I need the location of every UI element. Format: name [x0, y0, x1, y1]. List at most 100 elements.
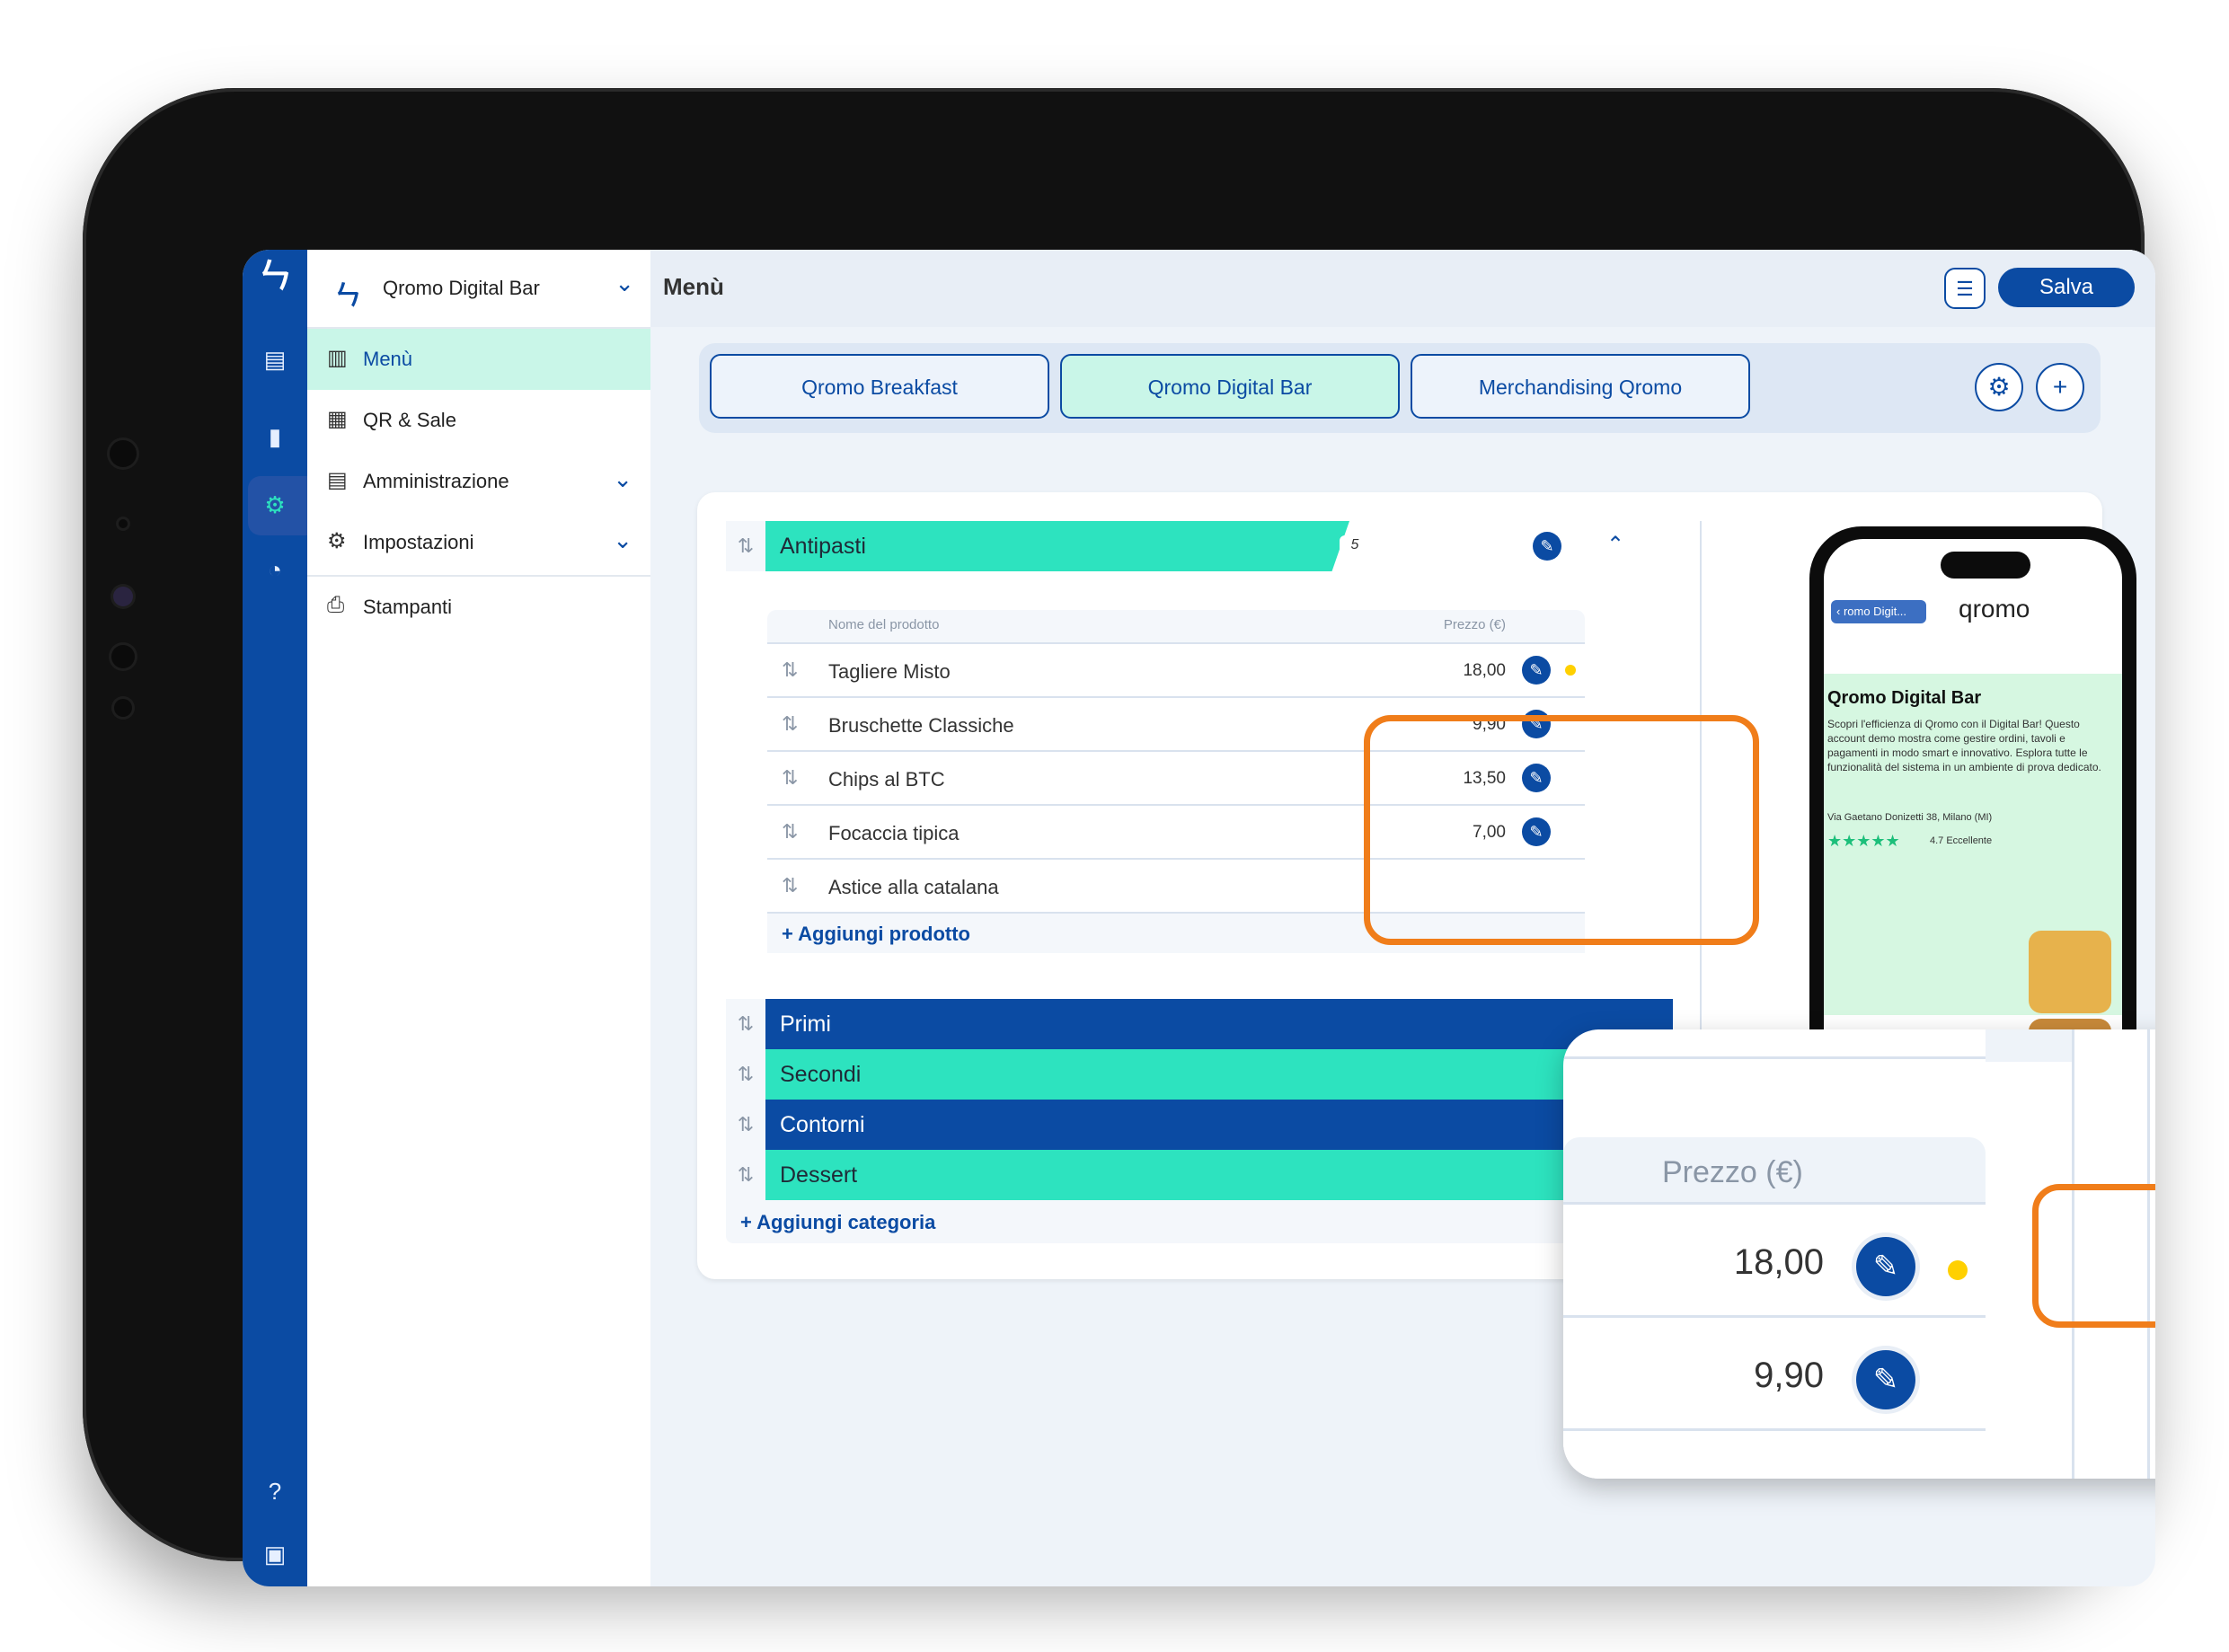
zoom-column-header: Prezzo (€) — [1563, 1137, 1986, 1202]
sidebar-item-label: Menù — [363, 348, 413, 370]
bar-chart-icon[interactable]: ▮ — [259, 420, 291, 453]
category-name: Dessert — [780, 1162, 858, 1188]
highlight-box — [2032, 1184, 2155, 1328]
category-row[interactable]: ⇅ Contorni — [726, 1100, 1673, 1150]
qr-code-icon: ▦ — [327, 407, 348, 431]
drag-handle-icon[interactable]: ⇅ — [726, 1100, 765, 1150]
camera-lens — [110, 440, 137, 467]
add-product-button[interactable]: + Aggiungi prodotto — [782, 923, 970, 946]
product-name: Chips al BTC — [828, 768, 945, 791]
sidebar-item-amministrazione[interactable]: ▤ Amministrazione ⌄ — [307, 451, 650, 512]
payments-icon[interactable]: ◔ — [259, 553, 291, 586]
list-view-icon[interactable]: ☰ — [1944, 268, 1986, 309]
category-bar — [765, 1049, 1673, 1100]
add-category-button[interactable]: + Aggiungi categoria — [740, 1211, 935, 1234]
drag-handle-icon[interactable]: ⇅ — [726, 999, 765, 1049]
chevron-left-icon: ‹ — [1836, 605, 1844, 618]
table-row — [1563, 1428, 1986, 1479]
divider — [1563, 1056, 1986, 1059]
highlight-box — [1364, 715, 1759, 945]
phone-notch — [1941, 552, 2030, 579]
venue-description: Scopri l'efficienza di Qromo con il Digi… — [1827, 718, 2101, 773]
sidebar-item-qr-sale[interactable]: ▦ QR & Sale — [307, 390, 650, 451]
chevron-up-icon[interactable]: ⌃ — [1606, 532, 1624, 558]
add-category-row[interactable]: + Aggiungi categoria — [726, 1200, 1673, 1243]
sidebar-item-menu[interactable]: ▥ Menù — [307, 329, 654, 390]
status-dot — [1565, 665, 1576, 676]
edit-icon[interactable]: ✎ — [1856, 1350, 1915, 1409]
venue-address: Via Gaetano Donizetti 38, Milano (MI) — [1827, 812, 1993, 823]
qromo-logo-icon[interactable]: ㄣ — [255, 257, 295, 296]
category-row[interactable]: ⇅ Secondi — [726, 1049, 1673, 1100]
tab-qromo-breakfast[interactable]: Qromo Breakfast — [710, 354, 1049, 419]
chevron-down-icon: ⌄ — [613, 526, 632, 553]
sidebar-item-label: QR & Sale — [363, 409, 456, 431]
category-name: Contorni — [780, 1112, 865, 1137]
tablet-frame: ㄣ ▤ ▮ ⚙ ◔ ? ▣ ㄣ Qromo Digital Bar ⌄ ▥ Me… — [83, 88, 2155, 1586]
app-screen: ㄣ ▤ ▮ ⚙ ◔ ? ▣ ㄣ Qromo Digital Bar ⌄ ▥ Me… — [243, 250, 2155, 1586]
sidebar-item-stampanti[interactable]: ⎙ Stampanti — [307, 577, 650, 638]
page-title: Menù — [663, 273, 724, 300]
brand-logo: qromo — [1959, 595, 2030, 623]
drag-handle-icon[interactable]: ⇅ — [726, 521, 765, 571]
status-dot — [1948, 1260, 1968, 1280]
product-name: Tagliere Misto — [828, 660, 951, 683]
org-logo-icon: ㄣ — [334, 281, 361, 311]
product-name: Focaccia tipica — [828, 822, 960, 844]
table-row[interactable]: 9,90 ✎ — [1563, 1315, 1986, 1431]
add-product-label: Aggiungi prodotto — [798, 923, 970, 945]
org-name: Qromo Digital Bar — [383, 277, 540, 299]
category-bar — [765, 999, 1673, 1049]
drag-handle-icon[interactable]: ⇅ — [782, 658, 798, 682]
category-name: Antipasti — [780, 534, 866, 559]
settings-icon[interactable]: ⚙ — [259, 489, 291, 521]
tab-qromo-digital-bar[interactable]: Qromo Digital Bar — [1060, 354, 1400, 419]
drag-handle-icon[interactable]: ⇅ — [782, 820, 798, 844]
drag-handle-icon[interactable]: ⇅ — [726, 1049, 765, 1100]
save-button[interactable]: Salva — [1998, 268, 2135, 307]
category-row[interactable]: ⇅ Dessert — [726, 1150, 1673, 1200]
drag-handle-icon[interactable]: ⇅ — [782, 766, 798, 790]
venue-title: Qromo Digital Bar — [1827, 688, 1982, 708]
settings-icon: ⚙ — [327, 529, 347, 553]
drag-handle-icon[interactable]: ⇅ — [782, 874, 798, 897]
plus-icon: + — [782, 923, 799, 945]
product-price: 18,00 — [1463, 661, 1506, 680]
category-row[interactable]: ⇅ Primi — [726, 999, 1673, 1049]
org-selector[interactable]: ㄣ Qromo Digital Bar ⌄ — [307, 250, 650, 329]
cash-register-icon: ▤ — [327, 468, 348, 492]
tab-merchandising-qromo[interactable]: Merchandising Qromo — [1411, 354, 1750, 419]
drag-handle-icon[interactable]: ⇅ — [726, 1150, 765, 1200]
back-button[interactable]: ‹ romo Digit... — [1831, 600, 1926, 623]
category-name: Secondi — [780, 1062, 862, 1087]
printer-icon: ⎙ — [327, 593, 345, 617]
account-icon[interactable]: ▣ — [259, 1538, 291, 1570]
chevron-down-icon: ⌄ — [613, 465, 632, 492]
rating-stars-icon: ★★★★★ — [1827, 832, 1900, 850]
back-label: romo Digit... — [1843, 605, 1907, 618]
rating-label: 4.7 Eccellente — [1930, 835, 1993, 846]
category-bar — [765, 1150, 1673, 1200]
edit-icon[interactable]: ✎ — [1856, 1237, 1915, 1296]
product-count-badge: 5 — [1340, 535, 1370, 555]
column-header-price: Prezzo (€) — [1662, 1155, 1803, 1189]
product-name: Bruschette Classiche — [828, 714, 1014, 737]
category-row[interactable]: ⇅ Antipasti 5 ✎ ⌃ — [726, 521, 1673, 571]
edit-icon[interactable]: ✎ — [1522, 656, 1551, 685]
plus-icon: + — [740, 1211, 757, 1233]
table-row[interactable]: 18,00 ✎ — [1563, 1202, 1986, 1318]
settings-icon[interactable]: ⚙ — [1975, 363, 2023, 411]
column-gap — [1986, 1029, 2072, 1062]
table-row[interactable]: ⇅ Tagliere Misto 18,00 ✎ — [767, 642, 1585, 696]
category-name: Primi — [780, 1012, 831, 1037]
product-thumbnail[interactable] — [2029, 931, 2111, 1013]
sidebar-item-label: Amministrazione — [363, 470, 509, 492]
camera-lens — [113, 587, 133, 606]
side-panel: ㄣ Qromo Digital Bar ⌄ ▥ Menù ▦ QR & Sale… — [307, 250, 654, 1586]
drag-handle-icon[interactable]: ⇅ — [782, 712, 798, 736]
edit-icon[interactable]: ✎ — [1533, 532, 1561, 561]
help-icon[interactable]: ? — [259, 1475, 291, 1507]
add-menu-button[interactable]: + — [2036, 363, 2084, 411]
sidebar-item-impostazioni[interactable]: ⚙ Impostazioni ⌄ — [307, 512, 650, 573]
menu-book-icon[interactable]: ▤ — [259, 343, 291, 375]
